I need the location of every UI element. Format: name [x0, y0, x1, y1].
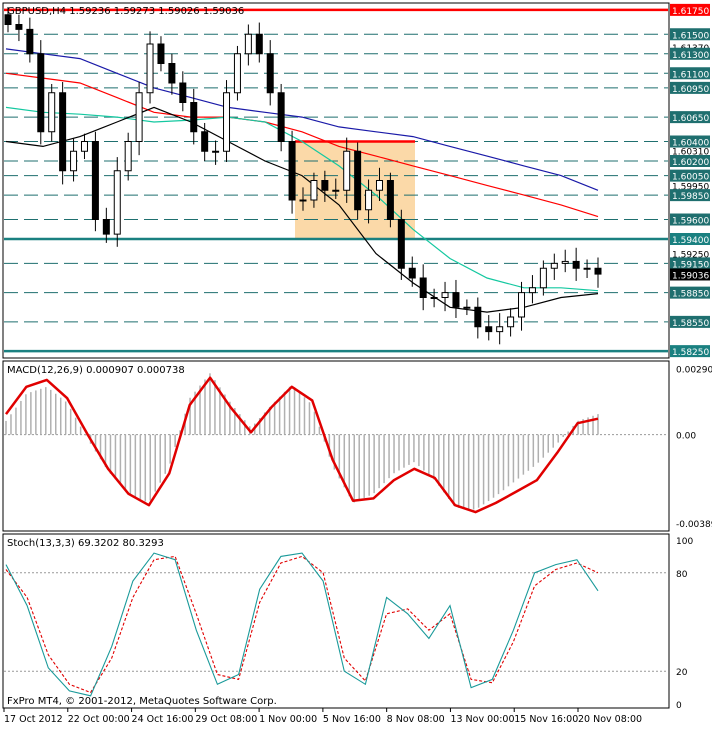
candle-body: [299, 199, 307, 202]
candle-body: [277, 92, 285, 142]
candle-body: [365, 189, 373, 211]
price-axis-label: 1.61500: [672, 31, 709, 41]
price-axis-label: 1.59400: [672, 236, 709, 246]
candle-body: [168, 63, 176, 84]
copyright-text: FxPro MT4, © 2001-2012, MetaQuotes Softw…: [7, 696, 277, 707]
candle-body: [321, 180, 329, 191]
candle-body: [80, 141, 88, 152]
x-axis-label: 20 Nov 08:00: [578, 714, 642, 725]
candle-body: [572, 260, 580, 269]
candle-body: [375, 180, 383, 191]
stoch-title: Stoch(13,3,3) 69.3202 80.3293: [7, 538, 164, 549]
candle-body: [452, 292, 460, 308]
x-axis-label: 24 Oct 16:00: [132, 714, 194, 725]
x-axis-label: 29 Oct 08:00: [195, 714, 257, 725]
candle-body: [15, 24, 23, 30]
candle-body: [255, 33, 263, 55]
price-axis-label: 1.61100: [672, 70, 709, 80]
candle-body: [397, 219, 405, 269]
x-axis-label: 22 Oct 00:00: [68, 714, 130, 725]
macd-axis-label: -0.00389: [676, 520, 712, 530]
candle-body: [212, 150, 220, 153]
candle-body: [179, 82, 187, 103]
candle-body: [190, 102, 198, 133]
stoch-axis-label: 20: [676, 668, 688, 678]
candle-body: [70, 150, 78, 172]
candle-body: [583, 267, 591, 270]
price-axis-label: 1.60200: [672, 158, 709, 168]
macd-axis-label: 0.00: [676, 432, 696, 442]
stoch-panel-frame: [2, 533, 670, 709]
candle-body: [539, 267, 547, 289]
candle-body: [26, 28, 34, 55]
chart-window: 1.617501.615001.613701.613001.611001.609…: [0, 0, 712, 726]
x-axis-label: 15 Nov 16:00: [514, 714, 578, 725]
candle-body: [266, 53, 274, 94]
macd-axis-label: 0.00290: [676, 366, 712, 376]
candle-body: [408, 267, 416, 279]
macd-title: MACD(12,26,9) 0.000907 0.000738: [7, 365, 185, 376]
candle-body: [146, 43, 154, 94]
candle-body: [343, 150, 351, 191]
chart-svg: 1.617501.615001.613701.613001.611001.609…: [2, 2, 712, 725]
candle-body: [102, 219, 110, 235]
x-axis-label: 17 Oct 2012: [4, 714, 63, 725]
candle-body: [113, 170, 121, 235]
stoch-axis-label: 100: [676, 537, 693, 547]
candle-body: [485, 326, 493, 333]
price-title: GBPUSD,H4 1.59236 1.59273 1.59026 1.5903…: [7, 6, 244, 17]
candle-body: [354, 150, 362, 211]
candle-body: [37, 53, 45, 133]
price-axis-label: 1.60050: [672, 173, 709, 183]
x-axis: 17 Oct 2012 22 Oct 00:00 24 Oct 16:00 29 Oc…: [3, 708, 642, 725]
price-axis-label: 1.60950: [672, 85, 709, 95]
candle-body: [59, 92, 67, 172]
candle-body: [233, 53, 241, 94]
candle-body: [463, 306, 471, 309]
candle-body: [528, 287, 536, 294]
candle-body: [561, 260, 569, 264]
candle-body: [201, 131, 209, 152]
stoch-axis-label: 0: [676, 701, 682, 711]
candle-body: [550, 262, 558, 269]
price-axis-label: 1.58250: [672, 348, 709, 358]
candle-body: [594, 267, 602, 275]
candle-body: [430, 297, 438, 299]
candle-body: [48, 92, 56, 133]
candle-body: [223, 92, 231, 152]
candle-body: [441, 292, 449, 298]
price-axis-label: 1.58550: [672, 319, 709, 329]
stoch-axis-label: 80: [676, 570, 688, 580]
candle-body: [310, 180, 318, 201]
price-axis-label: 1.60650: [672, 114, 709, 124]
candle-body: [244, 33, 252, 55]
candle-body: [332, 189, 340, 192]
candle-body: [507, 316, 515, 328]
candle-body: [419, 277, 427, 298]
x-axis-label: 1 Nov 00:00: [259, 714, 317, 725]
macd-panel-frame: [2, 360, 670, 532]
price-axis-label: 1.59036: [672, 271, 709, 281]
candle-body: [496, 326, 504, 333]
candle-body: [91, 141, 99, 220]
price-axis-label: 1.59600: [672, 217, 709, 227]
x-axis-label: 13 Nov 00:00: [450, 714, 514, 725]
candle-body: [157, 43, 165, 64]
price-axis-label: 1.61300: [672, 51, 709, 61]
x-axis-label: 8 Nov 08:00: [387, 714, 445, 725]
price-axis-label: 1.61750: [672, 7, 709, 17]
x-axis-label: 5 Nov 16:00: [323, 714, 381, 725]
candle-body: [518, 292, 526, 318]
candle-body: [386, 180, 394, 220]
candle-body: [288, 141, 296, 201]
candle-body: [474, 306, 482, 328]
candle-body: [135, 92, 143, 142]
candle-body: [124, 141, 132, 172]
price-axis-label: 1.59850: [672, 192, 709, 202]
price-axis-label: 1.58850: [672, 290, 709, 300]
